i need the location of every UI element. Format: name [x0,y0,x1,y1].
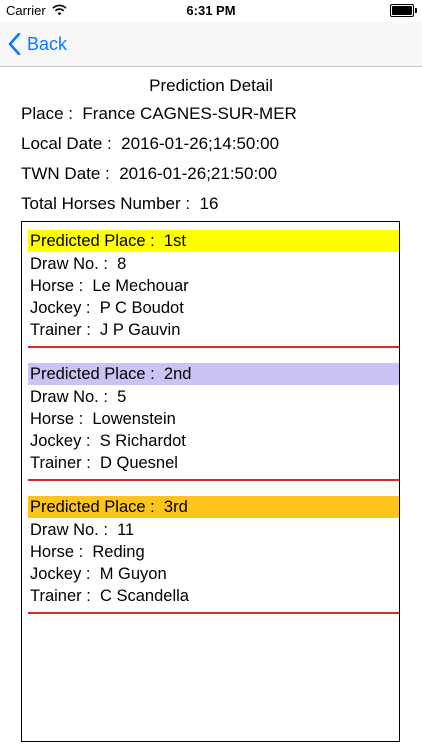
chevron-left-icon [8,33,21,55]
prediction-item: Predicted Place : 1st Draw No. : 8 Horse… [22,222,399,355]
trainer-name: Trainer : C Scandella [30,587,189,605]
page-title: Prediction Detail [149,76,273,95]
prediction-item: Predicted Place : 2nd Draw No. : 5 Horse… [22,355,399,488]
local-date-info: Local Date : 2016-01-26;14:50:00 [21,134,280,153]
trainer-name: Trainer : J P Gauvin [30,321,181,339]
battery-icon [390,4,417,17]
jockey-name: Jockey : M Guyon [30,565,167,583]
back-button[interactable]: Back [8,30,67,58]
predicted-place: Predicted Place : 3rd [28,496,399,518]
separator-line [28,612,399,614]
prediction-item: Predicted Place : 3rd Draw No. : 11 Hors… [22,488,399,621]
prediction-list[interactable]: Predicted Place : 1st Draw No. : 8 Horse… [21,221,400,742]
draw-number: Draw No. : 5 [30,388,127,406]
back-label: Back [27,33,68,54]
separator-line [28,346,399,348]
navigation-bar: Back [0,22,422,67]
status-time: 6:31 PM [186,3,236,18]
horse-name: Horse : Reding [30,543,145,561]
trainer-name: Trainer : D Quesnel [30,454,178,472]
horse-name: Horse : Le Mechouar [30,277,189,295]
jockey-name: Jockey : S Richardot [30,432,186,450]
draw-number: Draw No. : 8 [30,255,127,273]
twn-date-info: TWN Date : 2016-01-26;21:50:00 [21,164,278,183]
horse-name: Horse : Lowenstein [30,410,176,428]
place-info: Place : France CAGNES-SUR-MER [21,104,297,123]
predicted-place: Predicted Place : 2nd [28,363,399,385]
total-horses-info: Total Horses Number : 16 [21,194,219,213]
draw-number: Draw No. : 11 [30,521,135,539]
jockey-name: Jockey : P C Boudot [30,299,184,317]
separator-line [28,479,399,481]
status-bar: Carrier 6:31 PM [0,0,422,22]
predicted-place: Predicted Place : 1st [28,230,399,252]
